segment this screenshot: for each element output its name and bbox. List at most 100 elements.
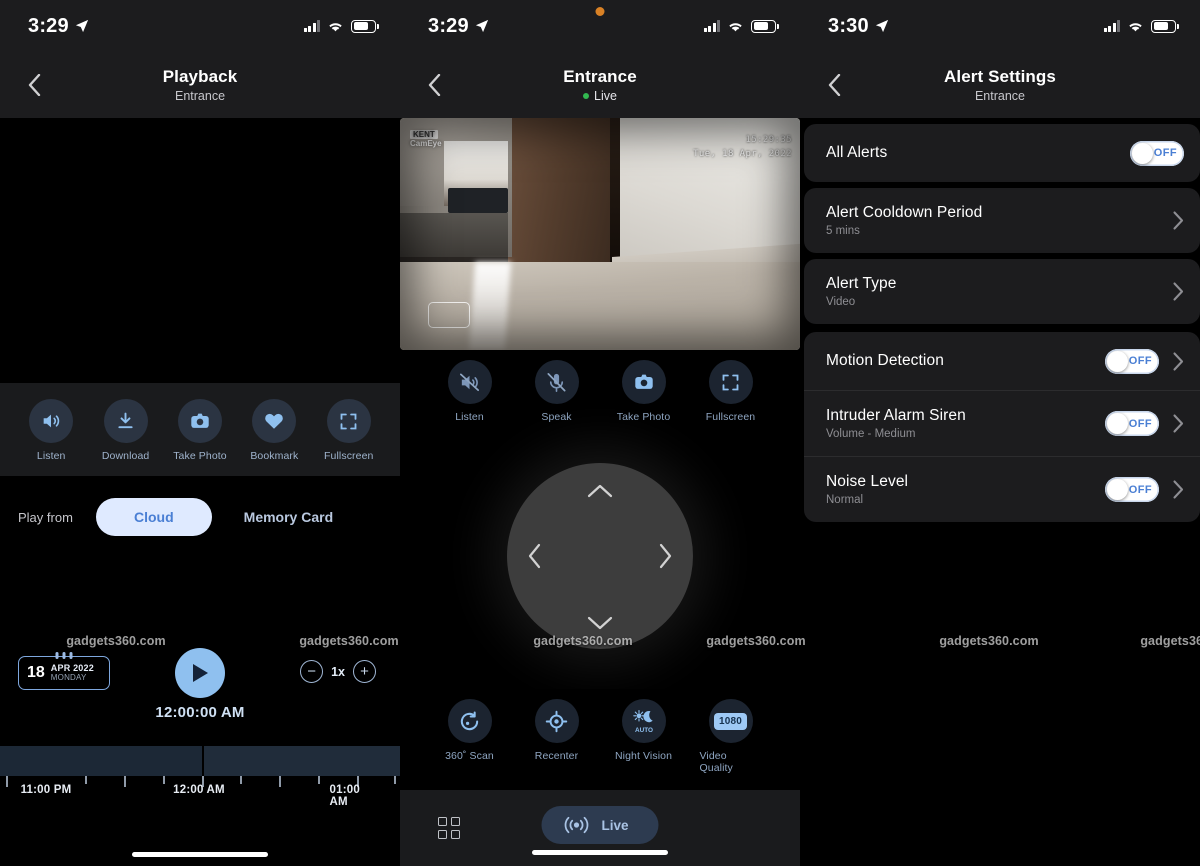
- playback-timeline[interactable]: 11:00 PM 12:00 AM 01:00 AM: [0, 744, 400, 828]
- home-indicator: [532, 850, 668, 855]
- playback-video-area[interactable]: [0, 118, 400, 383]
- scan-360-button[interactable]: 360˚ Scan: [439, 699, 501, 762]
- timeline-label-1: 12:00 AM: [173, 784, 225, 796]
- night-vision-button[interactable]: AUTO Night Vision: [613, 699, 675, 762]
- setting-row-noise-level[interactable]: Noise Level Normal OFF: [804, 456, 1200, 522]
- row-subtitle: 5 mins: [826, 225, 860, 237]
- status-bar-left: 3:30: [828, 15, 889, 38]
- three-phone-screenshots: 3:29 Playback Entrance Listen Download T…: [0, 0, 1200, 866]
- timeline-labels: 11:00 PM 12:00 AM 01:00 AM: [0, 784, 400, 808]
- setting-row-alert-type[interactable]: Alert Type Video: [804, 259, 1200, 324]
- recenter-button[interactable]: Recenter: [526, 699, 588, 762]
- cellular-signal-icon: [303, 20, 320, 32]
- speed-control: − 1x +: [300, 660, 376, 683]
- rotate-360-icon: [447, 699, 492, 743]
- status-time: 3:30: [828, 14, 869, 37]
- live-video-feed[interactable]: KENT CamEye 15:29:35 Tue, 18 Apr, 2022: [400, 118, 800, 350]
- status-time: 3:29: [28, 14, 69, 37]
- timeline-segment-recorded: [0, 746, 202, 776]
- row-texts: Alert Cooldown Period 5 mins: [826, 204, 1159, 237]
- back-button[interactable]: [18, 69, 50, 101]
- video-timestamp-overlay: 15:29:35 Tue, 18 Apr, 2022: [693, 134, 792, 161]
- location-arrow-icon: [75, 19, 88, 33]
- detection-zone-box: [428, 302, 470, 328]
- play-button[interactable]: [175, 648, 225, 698]
- setting-row-all-alerts[interactable]: All Alerts OFF: [804, 124, 1200, 182]
- take-photo-button[interactable]: Take Photo: [613, 360, 675, 423]
- toggle-knob: [1107, 479, 1128, 500]
- listen-button[interactable]: Listen: [20, 399, 82, 462]
- pan-up-button[interactable]: [587, 483, 613, 498]
- page-subtitle: Entrance: [974, 88, 1025, 103]
- setting-row-intruder-alarm-siren[interactable]: Intruder Alarm Siren Volume - Medium OFF: [804, 390, 1200, 456]
- nav-bar: Entrance Live: [400, 52, 800, 118]
- wifi-icon: [1129, 22, 1142, 31]
- speed-decrease-button[interactable]: −: [300, 660, 324, 683]
- live-label: Live: [594, 88, 617, 103]
- fullscreen-button[interactable]: Fullscreen: [318, 399, 380, 462]
- playback-action-bar: Listen Download Take Photo Bookmark Full…: [0, 383, 400, 476]
- toggle-state-label: OFF: [1128, 355, 1152, 367]
- pan-left-button[interactable]: [527, 543, 542, 569]
- speak-label: Speak: [541, 411, 572, 423]
- chevron-left-icon: [428, 74, 440, 96]
- recording-indicator-dot: [595, 7, 605, 16]
- nav-titles: Playback Entrance: [163, 67, 238, 103]
- download-button[interactable]: Download: [95, 399, 157, 462]
- pan-down-button[interactable]: [587, 616, 613, 631]
- status-bar-right: [1103, 19, 1179, 33]
- chevron-right-icon: [1173, 414, 1184, 433]
- toggle-knob: [1107, 413, 1128, 434]
- back-button[interactable]: [818, 69, 850, 101]
- take-photo-button[interactable]: Take Photo: [169, 399, 231, 462]
- setting-row-alert-cooldown[interactable]: Alert Cooldown Period 5 mins: [804, 188, 1200, 253]
- live-tab-label: Live: [601, 817, 629, 833]
- alert-type-card[interactable]: Alert Type Video: [804, 259, 1200, 324]
- speed-increase-button[interactable]: +: [353, 660, 376, 683]
- motion-detection-toggle[interactable]: OFF: [1105, 348, 1159, 374]
- play-from-cloud-option[interactable]: Cloud: [96, 498, 212, 536]
- intruder-alarm-toggle[interactable]: OFF: [1105, 411, 1159, 436]
- setting-row-motion-detection[interactable]: Motion Detection OFF: [804, 332, 1200, 390]
- download-label: Download: [101, 450, 150, 462]
- resolution-badge: 1080: [713, 712, 748, 730]
- live-tab[interactable]: Live: [541, 806, 659, 844]
- all-alerts-card[interactable]: All Alerts OFF: [804, 124, 1200, 182]
- cellular-signal-icon: [1103, 20, 1120, 32]
- pan-right-button[interactable]: [658, 543, 673, 569]
- timeline-track[interactable]: [0, 744, 400, 778]
- alert-cooldown-card[interactable]: Alert Cooldown Period 5 mins: [804, 188, 1200, 253]
- battery-icon: [751, 19, 779, 33]
- date-picker-button[interactable]: 18 APR 2022 MONDAY: [18, 652, 110, 690]
- video-quality-button[interactable]: 1080 Video Quality: [700, 699, 762, 774]
- play-from-memory-card-option[interactable]: Memory Card: [244, 509, 333, 525]
- listen-button[interactable]: Listen: [439, 360, 501, 423]
- pan-tilt-pad[interactable]: [507, 463, 693, 649]
- fullscreen-label: Fullscreen: [705, 411, 756, 423]
- chevron-right-icon: [1173, 480, 1184, 499]
- fullscreen-icon: [708, 360, 753, 404]
- row-texts: All Alerts: [826, 144, 1130, 162]
- take-photo-label: Take Photo: [173, 450, 227, 462]
- product-name: CamEye: [410, 139, 442, 149]
- fullscreen-button[interactable]: Fullscreen: [700, 360, 762, 423]
- back-button[interactable]: [418, 69, 450, 101]
- listen-label: Listen: [36, 450, 66, 462]
- nav-titles: Entrance Live: [563, 67, 637, 103]
- crosshair-icon: [534, 699, 579, 743]
- all-alerts-toggle[interactable]: OFF: [1130, 140, 1184, 166]
- row-title: Noise Level: [826, 473, 909, 490]
- speak-button[interactable]: Speak: [526, 360, 588, 423]
- status-bar-right: [303, 19, 379, 33]
- speaker-muted-icon: [447, 360, 492, 404]
- bookmark-button[interactable]: Bookmark: [243, 399, 305, 462]
- timeline-label-0: 11:00 PM: [20, 784, 72, 796]
- noise-level-toggle[interactable]: OFF: [1105, 477, 1159, 502]
- battery-icon: [1151, 19, 1179, 33]
- grid-view-icon[interactable]: [438, 817, 460, 839]
- live-broadcast-icon: [564, 816, 589, 834]
- chevron-right-icon: [1173, 211, 1184, 230]
- speaker-icon: [29, 399, 74, 443]
- play-from-selector: Play from Cloud Memory Card: [0, 476, 400, 536]
- timeline-playhead[interactable]: [202, 744, 204, 778]
